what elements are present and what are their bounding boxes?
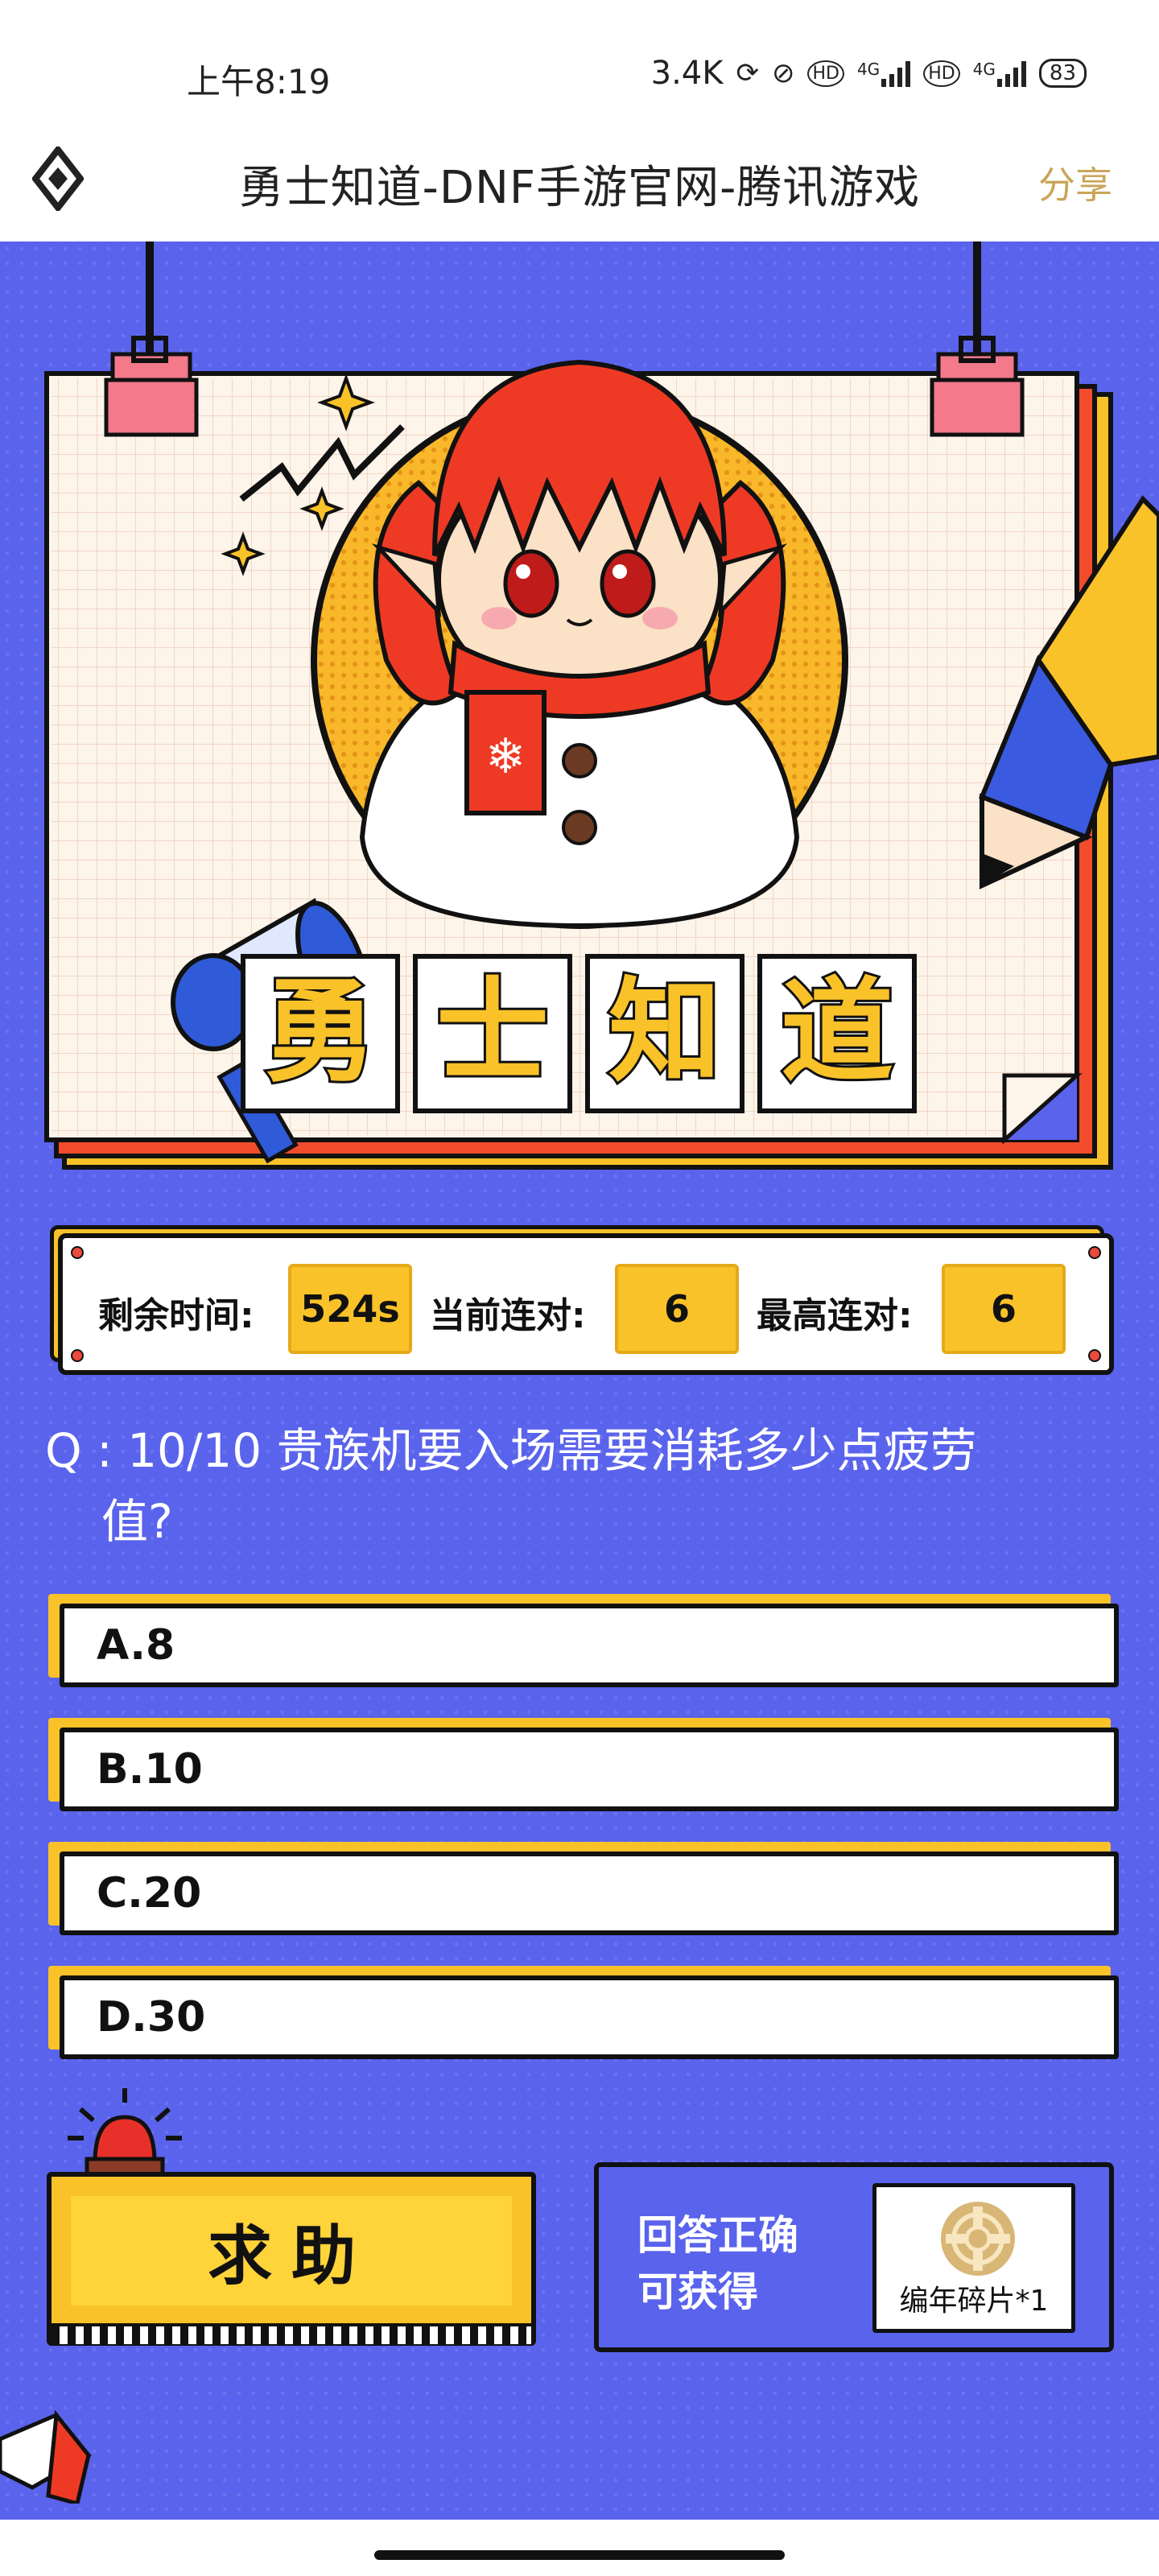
help-button[interactable]: 求助 <box>47 2172 536 2346</box>
chronicle-fragment-icon <box>941 2202 1015 2276</box>
status-icons: 3.4K ⟳ ⊘ HD 4G HD 4G 83 <box>651 55 1087 92</box>
stats-panel: 剩余时间: 524s 当前连对: 6 最高连对: 6 <box>58 1233 1114 1375</box>
cube-decor <box>0 2409 92 2504</box>
best-streak-value: 6 <box>942 1264 1066 1354</box>
question-line-1: Q : 10/10 贵族机要入场需要消耗多少点疲劳 <box>45 1423 977 1478</box>
reward-line-2: 可获得 <box>637 2268 758 2315</box>
home-indicator[interactable] <box>374 2550 785 2560</box>
reward-panel: 回答正确 可获得 编年碎片*1 <box>594 2162 1114 2352</box>
bottom-bar <box>0 2520 1159 2576</box>
do-not-disturb-icon: ⊘ <box>771 57 795 89</box>
help-button-stripes <box>52 2323 531 2344</box>
battery-icon: 83 <box>1038 59 1087 88</box>
status-time: 上午8:19 <box>187 62 331 101</box>
option-d-label[interactable]: D.30 <box>60 1975 1119 2059</box>
corner-dot <box>71 1246 84 1259</box>
hd-icon: HD <box>807 60 844 87</box>
svg-text:❄: ❄ <box>485 729 526 785</box>
hd-icon-2: HD <box>923 60 960 87</box>
option-a-label[interactable]: A.8 <box>60 1604 1119 1687</box>
current-streak-label: 当前连对: <box>430 1295 586 1336</box>
corner-dot <box>1088 1349 1101 1362</box>
clip-right <box>930 336 1025 437</box>
nav-bar: 勇士知道-DNF手游官网-腾讯游戏 分享 <box>0 129 1159 242</box>
page-title: 勇士知道-DNF手游官网-腾讯游戏 <box>238 162 921 214</box>
best-streak-label: 最高连对: <box>757 1295 913 1336</box>
signal-2-icon: 4G <box>973 60 1026 87</box>
remaining-time-value: 524s <box>288 1264 412 1354</box>
current-streak-value: 6 <box>615 1264 739 1354</box>
option-b-label[interactable]: B.10 <box>60 1728 1119 1811</box>
hero-title-char-2: 士 <box>436 967 549 1098</box>
alarm-light-icon <box>68 2088 182 2179</box>
reward-item: 编年碎片*1 <box>872 2183 1075 2333</box>
hero-title-char-1: 勇 <box>264 967 377 1098</box>
corner-dot <box>1088 1246 1101 1259</box>
question-text: Q : 10/10 贵族机要入场需要消耗多少点疲劳 值? <box>45 1415 1091 1557</box>
sync-icon: ⟳ <box>736 57 759 89</box>
quiz-main: ❄ 勇 士 知 道 剩余时间: 524s 当前连对: 6 最高连对: 6 Q:… <box>0 242 1159 2520</box>
option-b[interactable]: B.10 <box>48 1718 1119 1816</box>
hero-poster: ❄ 勇 士 知 道 <box>44 242 1159 1170</box>
option-d[interactable]: D.30 <box>48 1966 1119 2064</box>
option-c[interactable]: C.20 <box>48 1842 1119 1940</box>
reward-item-label: 编年碎片*1 <box>899 2285 1049 2318</box>
option-c-label[interactable]: C.20 <box>60 1852 1119 1935</box>
share-button[interactable]: 分享 <box>1038 156 1112 209</box>
reward-line-1: 回答正确 <box>637 2212 798 2259</box>
remaining-time-label: 剩余时间: <box>98 1295 254 1336</box>
signal-1-icon: 4G <box>857 60 911 87</box>
help-button-label: 求助 <box>208 2219 375 2293</box>
hero-title-char-3: 知 <box>608 967 721 1098</box>
option-a[interactable]: A.8 <box>48 1594 1119 1692</box>
question-line-2: 值? <box>101 1494 173 1549</box>
corner-dot <box>71 1349 84 1362</box>
network-speed: 3.4K <box>650 55 724 92</box>
clip-left <box>104 336 199 437</box>
hero-title-char-4: 道 <box>781 967 893 1098</box>
